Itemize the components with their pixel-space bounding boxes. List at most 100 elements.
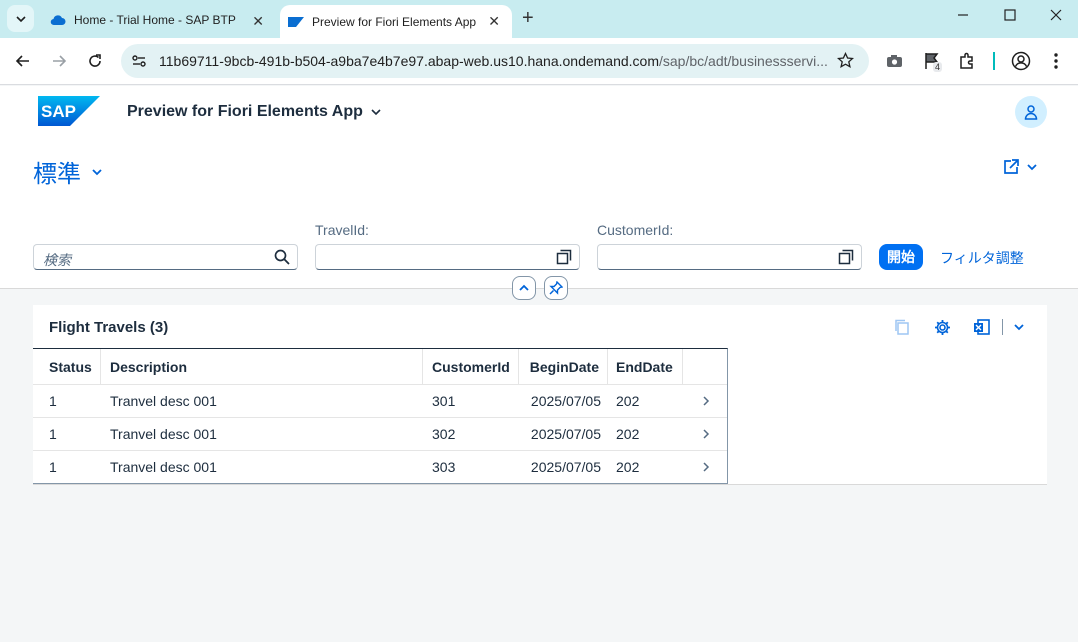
page-header: 標準 検索 TravelId: CustomerId: 開始 フィルタ調整 (0, 136, 1078, 289)
extensions-puzzle-icon[interactable] (958, 52, 976, 75)
collapse-header-button[interactable] (512, 276, 536, 300)
extension-badge: 4 (933, 62, 943, 72)
profile-icon[interactable] (1011, 51, 1031, 76)
description-cell: Tranvel desc 001 (110, 459, 217, 475)
excel-export-icon (974, 318, 990, 335)
address-bar[interactable]: 11b69711-9bcb-491b-b504-a9ba7e4b7e97.aba… (121, 44, 869, 78)
share-icon (1004, 159, 1019, 174)
table-header-row: Status Description CustomerId BeginDate … (33, 349, 727, 385)
bookmark-star-icon[interactable] (836, 51, 855, 74)
chevron-down-icon (15, 15, 26, 22)
forward-icon[interactable] (48, 50, 70, 72)
column-header-status[interactable]: Status (33, 349, 101, 384)
browser-tab-btp[interactable]: Home - Trial Home - SAP BTP C ✕ (40, 5, 276, 35)
chevron-down-icon (371, 109, 381, 116)
pin-header-button[interactable] (544, 276, 568, 300)
row-navigation-chevron-icon[interactable] (693, 418, 718, 450)
enddate-cell: 202 (616, 426, 640, 442)
tab-title: Home - Trial Home - SAP BTP C (74, 13, 239, 27)
customerid-cell: 301 (432, 393, 456, 409)
status-cell: 1 (49, 426, 57, 442)
table-title: Flight Travels (3) (49, 319, 169, 336)
search-placeholder: 検索 (43, 252, 71, 268)
cloud-icon (50, 12, 66, 28)
user-icon (1024, 105, 1038, 120)
enddate-cell: 202 (616, 459, 640, 475)
app-title-menu[interactable]: Preview for Fiori Elements App (127, 103, 382, 121)
go-button[interactable]: 開始 (879, 244, 923, 270)
begindate-cell: 2025/07/05 (530, 393, 601, 409)
column-header-navigation (683, 349, 728, 384)
browser-menu-icon[interactable] (1053, 52, 1059, 75)
app-title: Preview for Fiori Elements App (127, 103, 363, 120)
row-navigation-chevron-icon[interactable] (693, 385, 718, 417)
chevron-up-icon (519, 284, 529, 291)
travelid-filter-label: TravelId: (315, 222, 369, 238)
gear-icon (934, 319, 950, 335)
close-tab-icon[interactable]: ✕ (252, 13, 264, 30)
customerid-cell: 303 (432, 459, 456, 475)
maximize-icon[interactable] (1004, 8, 1016, 24)
camera-icon[interactable] (886, 54, 903, 73)
table-row[interactable]: 1 Tranvel desc 001 301 2025/07/05 202 (33, 385, 727, 418)
begindate-cell: 2025/07/05 (530, 459, 601, 475)
chevron-down-icon (1014, 324, 1024, 331)
export-button[interactable] (970, 317, 994, 337)
table-row[interactable]: 1 Tranvel desc 001 303 2025/07/05 202 (33, 451, 727, 484)
table-row[interactable]: 1 Tranvel desc 001 302 2025/07/05 202 (33, 418, 727, 451)
column-header-enddate[interactable]: EndDate (608, 349, 683, 384)
status-cell: 1 (49, 459, 57, 475)
enddate-cell: 202 (616, 393, 640, 409)
export-menu-button[interactable] (1007, 317, 1031, 337)
table-toolbar (874, 317, 1031, 337)
browser-toolbar: 11b69711-9bcb-491b-b504-a9ba7e4b7e97.aba… (0, 38, 1078, 85)
variant-name: 標準 (33, 161, 81, 188)
customerid-filter-label: CustomerId: (597, 222, 674, 238)
variant-selector[interactable]: 標準 (33, 154, 103, 189)
copy-icon (895, 319, 909, 335)
user-avatar[interactable] (1015, 96, 1047, 128)
close-window-icon[interactable] (1050, 8, 1062, 24)
close-tab-icon[interactable]: ✕ (488, 13, 500, 30)
search-icon[interactable] (274, 249, 290, 265)
toolbar-divider (993, 52, 995, 70)
new-tab-button[interactable]: + (522, 8, 534, 28)
travelid-filter-input[interactable] (315, 244, 580, 270)
toolbar-separator (1002, 319, 1003, 335)
svg-text:SAP: SAP (41, 102, 76, 121)
tab-title: Preview for Fiori Elements App (312, 14, 477, 29)
browser-tab-preview[interactable]: Preview for Fiori Elements App ✕ (280, 5, 512, 38)
chevron-down-icon (92, 168, 102, 175)
tab-search-button[interactable] (7, 5, 34, 32)
column-header-description[interactable]: Description (101, 349, 423, 384)
flight-travels-table-card: Flight Travels (3) Status Description Cu… (33, 305, 1047, 485)
url-text: 11b69711-9bcb-491b-b504-a9ba7e4b7e97.aba… (159, 53, 828, 69)
adapt-filters-button[interactable]: フィルタ調整 (940, 248, 1024, 268)
browser-tab-bar: Home - Trial Home - SAP BTP C ✕ Preview … (0, 0, 1078, 38)
reload-icon[interactable] (84, 50, 106, 72)
table-settings-button[interactable] (930, 317, 954, 337)
share-menu-button[interactable] (1002, 158, 1038, 176)
customerid-cell: 302 (432, 426, 456, 442)
minimize-icon[interactable] (957, 8, 969, 24)
value-help-icon[interactable] (838, 249, 854, 265)
site-settings-icon[interactable] (131, 53, 147, 74)
chevron-down-icon (1027, 164, 1037, 171)
row-navigation-chevron-icon[interactable] (693, 451, 718, 483)
sap-shell-bar: SAP Preview for Fiori Elements App (0, 86, 1078, 136)
sap-favicon (288, 14, 304, 30)
travels-table: Status Description CustomerId BeginDate … (33, 348, 728, 484)
customerid-filter-input[interactable] (597, 244, 862, 270)
copy-button[interactable] (890, 317, 914, 337)
sap-logo[interactable]: SAP (38, 96, 100, 126)
pin-icon (549, 281, 563, 295)
column-header-customerid[interactable]: CustomerId (423, 349, 519, 384)
column-header-begindate[interactable]: BeginDate (519, 349, 608, 384)
description-cell: Tranvel desc 001 (110, 426, 217, 442)
description-cell: Tranvel desc 001 (110, 393, 217, 409)
begindate-cell: 2025/07/05 (530, 426, 601, 442)
back-icon[interactable] (12, 50, 34, 72)
value-help-icon[interactable] (556, 249, 572, 265)
search-input[interactable]: 検索 (33, 244, 298, 270)
status-cell: 1 (49, 393, 57, 409)
